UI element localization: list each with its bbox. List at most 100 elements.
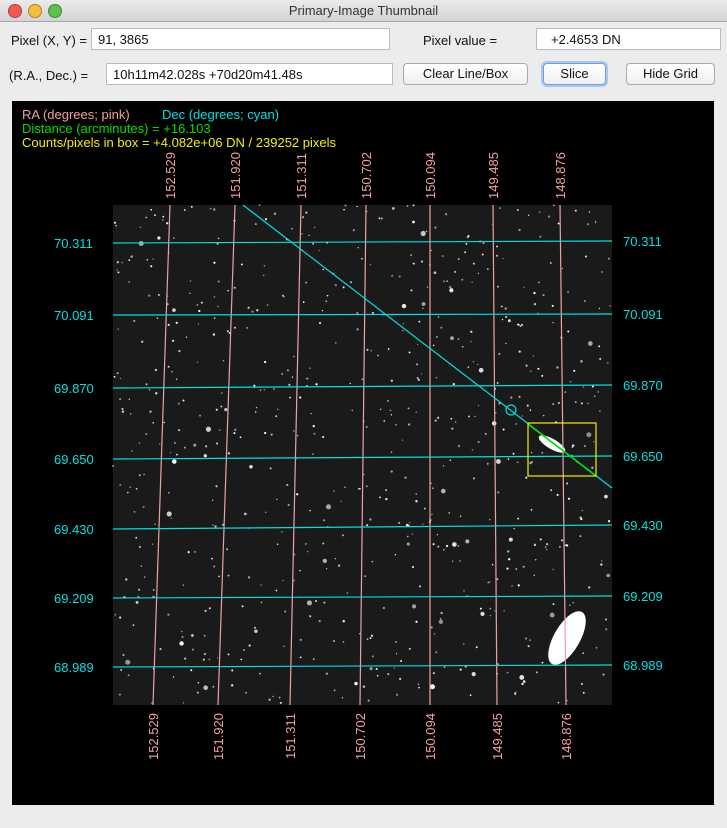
star	[251, 310, 254, 313]
star	[312, 658, 315, 660]
star	[371, 655, 374, 658]
star	[176, 453, 178, 456]
ra-label-bottom: 151.920	[211, 713, 226, 760]
star	[118, 693, 121, 696]
star	[216, 442, 219, 445]
slice-button[interactable]: Slice	[543, 63, 606, 85]
dec-label-right: 68.989	[623, 658, 663, 673]
star	[135, 600, 139, 604]
close-button[interactable]	[8, 4, 22, 18]
star	[394, 554, 397, 556]
star	[572, 601, 575, 604]
star	[312, 242, 315, 245]
star	[437, 316, 440, 318]
pixel-label: Pixel (X, Y) =	[11, 33, 87, 48]
star	[412, 262, 415, 265]
star	[601, 271, 603, 273]
star	[166, 511, 172, 517]
star	[474, 415, 476, 418]
clear-line-box-button[interactable]: Clear Line/Box	[403, 63, 528, 85]
star	[148, 294, 151, 297]
star	[254, 411, 257, 413]
star	[144, 576, 146, 578]
star	[291, 228, 293, 230]
star	[351, 409, 353, 412]
ra-label-bottom: 152.529	[146, 713, 161, 760]
star	[325, 504, 331, 510]
star	[265, 511, 267, 513]
star	[406, 542, 411, 546]
star	[310, 413, 312, 415]
star	[205, 426, 212, 432]
star	[227, 289, 229, 292]
star	[574, 401, 577, 403]
star	[561, 267, 563, 270]
star	[340, 500, 342, 503]
image-panel[interactable]: 152.529 152.529 151.920 151.920 151.311 151.3…	[12, 101, 714, 805]
star	[174, 442, 176, 444]
star	[449, 459, 452, 462]
minimize-button[interactable]	[28, 4, 42, 18]
star	[370, 349, 372, 352]
star	[583, 444, 586, 448]
hide-grid-button[interactable]: Hide Grid	[626, 63, 715, 85]
star	[234, 326, 236, 329]
star	[452, 542, 457, 547]
star	[150, 265, 153, 268]
zoom-button[interactable]	[48, 4, 62, 18]
star	[301, 216, 305, 219]
star	[341, 697, 344, 699]
star	[472, 477, 476, 480]
star	[172, 237, 175, 240]
star	[362, 685, 366, 688]
star	[189, 280, 192, 282]
star	[152, 258, 154, 260]
star	[600, 563, 603, 566]
pixel-field[interactable]: 91, 3865	[91, 28, 390, 50]
star	[553, 204, 555, 206]
star	[279, 701, 282, 705]
star	[390, 470, 393, 473]
star	[309, 615, 312, 618]
star	[497, 285, 500, 288]
star	[580, 402, 583, 405]
star	[537, 367, 540, 370]
ra-label-top: 152.529	[163, 152, 178, 199]
star	[527, 214, 530, 216]
star	[357, 247, 359, 249]
sky-image[interactable]: 152.529 152.529 151.920 151.920 151.311 151.3…	[12, 101, 714, 805]
star	[507, 319, 511, 323]
star	[119, 616, 122, 619]
star	[260, 584, 262, 586]
star	[552, 603, 555, 606]
star	[591, 385, 594, 388]
star	[182, 702, 185, 704]
star	[551, 304, 554, 307]
dec-label-right: 70.311	[623, 234, 662, 249]
star	[180, 630, 183, 633]
star	[544, 546, 547, 549]
star	[312, 453, 314, 455]
star	[337, 564, 341, 567]
star	[214, 525, 217, 528]
star	[276, 498, 278, 501]
star	[416, 343, 419, 346]
star	[282, 579, 284, 582]
star	[155, 392, 158, 395]
star	[489, 581, 491, 583]
star	[248, 644, 251, 647]
star	[402, 323, 404, 325]
star	[525, 637, 527, 640]
star	[138, 588, 141, 591]
star	[309, 509, 311, 512]
pixel-value-field[interactable]: +2.4653 DN	[536, 28, 721, 50]
radec-field[interactable]: 10h11m42.028s +70d20m41.48s	[106, 63, 393, 85]
star	[516, 461, 519, 464]
star	[542, 414, 545, 417]
star	[361, 378, 364, 381]
star	[260, 601, 263, 604]
star	[390, 451, 393, 453]
star	[322, 268, 324, 271]
star	[531, 452, 533, 454]
star	[364, 575, 366, 577]
